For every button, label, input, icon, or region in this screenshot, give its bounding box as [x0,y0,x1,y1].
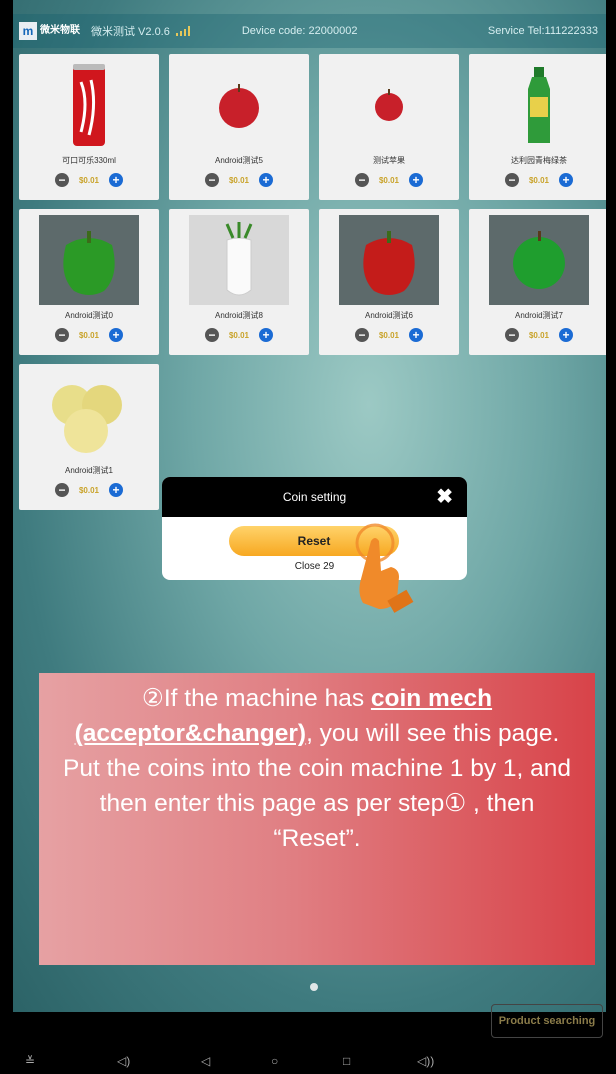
product-card[interactable]: Android测试8 − $0.01 + [169,209,309,355]
volume-up-icon[interactable]: ◁)) [417,1054,434,1068]
tablet-frame: m 微米物联 微米测试 V2.0.6 Device code: 22000002… [13,0,606,1074]
brand-logo: m 微米物联 [19,20,83,42]
product-name: Android测试0 [64,311,114,320]
minus-icon[interactable]: − [54,173,69,187]
product-price: $0.01 [228,175,250,185]
instruction-box: ②If the machine has coin mech (acceptor&… [39,673,595,965]
plus-icon[interactable]: + [259,328,274,342]
product-name: 达利园青梅绿茶 [511,156,567,165]
green-apple-image [489,215,589,305]
product-card[interactable]: 测试苹果 − $0.01 + [319,54,459,200]
system-navbar: ≚ ◁) ◁ ○ □ ◁)) [13,1050,606,1074]
minus-icon[interactable]: − [504,173,519,187]
minus-icon[interactable]: − [354,328,369,342]
device-code: Device code: 22000002 [241,25,358,37]
coin-setting-dialog: Coin setting ✖ Reset Close 29 [162,477,467,580]
product-price: $0.01 [78,330,100,340]
green-tea-bottle-image [489,60,589,150]
app-title: 微米测试 V2.0.6 [91,26,170,38]
logo-text: 微米物联 [40,25,80,36]
product-card[interactable]: 可口可乐330ml − $0.01 + [19,54,159,200]
plus-icon[interactable]: + [409,328,424,342]
product-price: $0.01 [378,175,400,185]
close-icon[interactable]: ✖ [436,477,453,517]
product-card[interactable]: Android测试1 − $0.01 + [19,364,159,510]
apple-image [189,60,289,150]
plus-icon[interactable]: + [109,328,124,342]
product-price: $0.01 [528,330,550,340]
recent-apps-icon[interactable]: □ [343,1054,350,1068]
pointing-hand-icon [355,523,414,613]
plus-icon[interactable]: + [559,328,574,342]
plus-icon[interactable]: + [109,173,124,187]
green-pepper-image [39,215,139,305]
product-card[interactable]: Android测试7 − $0.01 + [469,209,606,355]
plus-icon[interactable]: + [109,483,124,497]
product-name: Android测试1 [64,466,114,475]
instruction-prefix: ②If the machine has [141,685,371,712]
volume-down-icon[interactable]: ◁) [117,1054,130,1068]
home-icon[interactable]: ○ [271,1054,278,1068]
product-price: $0.01 [228,330,250,340]
plus-icon[interactable]: + [559,173,574,187]
product-card[interactable]: Android测试5 − $0.01 + [169,54,309,200]
minus-icon[interactable]: − [204,173,219,187]
product-name: Android测试5 [214,156,264,165]
product-name: 测试苹果 [373,156,405,165]
product-name: 可口可乐330ml [62,156,116,165]
red-pepper-image [339,215,439,305]
radish-image [189,215,289,305]
dialog-header: Coin setting ✖ [162,477,467,517]
service-tel: Service Tel:111222333 [487,25,598,37]
back-icon[interactable]: ◁ [201,1054,210,1068]
top-bar: m 微米物联 微米测试 V2.0.6 Device code: 22000002… [13,14,606,48]
page-indicator [310,983,318,991]
product-price: $0.01 [78,485,100,495]
product-price: $0.01 [528,175,550,185]
product-price: $0.01 [378,330,400,340]
signal-icon [175,26,192,36]
collapse-icon[interactable]: ≚ [25,1054,35,1068]
product-name: Android测试8 [214,311,264,320]
product-card[interactable]: Android测试6 − $0.01 + [319,209,459,355]
cola-can-image [39,60,139,150]
pears-image [39,370,139,460]
apple-image [339,60,439,150]
product-name: Android测试7 [514,311,564,320]
minus-icon[interactable]: − [54,483,69,497]
minus-icon[interactable]: − [504,328,519,342]
product-card[interactable]: 达利园青梅绿茶 − $0.01 + [469,54,606,200]
minus-icon[interactable]: − [54,328,69,342]
product-price: $0.01 [78,175,100,185]
dialog-title: Coin setting [282,490,347,504]
plus-icon[interactable]: + [409,173,424,187]
plus-icon[interactable]: + [259,173,274,187]
close-countdown: Close 29 [294,561,335,572]
minus-icon[interactable]: − [204,328,219,342]
product-card[interactable]: Android测试0 − $0.01 + [19,209,159,355]
product-search-button[interactable]: Product searching [491,1004,603,1038]
product-name: Android测试6 [364,311,414,320]
logo-icon: m [19,22,37,40]
app-screen: m 微米物联 微米测试 V2.0.6 Device code: 22000002… [13,0,606,1012]
minus-icon[interactable]: − [354,173,369,187]
